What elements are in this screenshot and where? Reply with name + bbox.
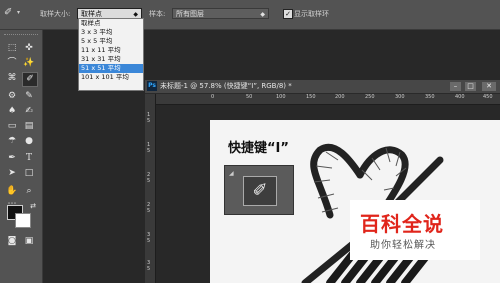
sample-size-value: 取样点	[81, 10, 102, 18]
ruler-tick-label: 300	[395, 94, 405, 100]
ruler-tick-label: 50	[246, 94, 253, 100]
minimize-button[interactable]: –	[450, 82, 461, 91]
swap-colors-icon[interactable]: ⇄	[26, 200, 40, 213]
ruler-tick-label: 150	[306, 94, 316, 100]
dropdown-option[interactable]: 3 x 3 平均	[79, 28, 143, 37]
ruler-tick-label: 350	[425, 94, 435, 100]
move-tool-icon[interactable]: ✜	[22, 42, 36, 55]
dropdown-option[interactable]: 101 x 101 平均	[79, 73, 143, 82]
gradient-tool-icon[interactable]: ▤	[22, 120, 36, 133]
quick-mask-icon[interactable]: ◙	[5, 235, 19, 248]
history-brush-tool-icon[interactable]: ✍	[22, 105, 36, 118]
close-button[interactable]: ✕	[482, 82, 496, 91]
sample-value: 所有图层	[176, 10, 204, 18]
ruler-tick-label: 250	[365, 94, 375, 100]
options-bar: ✐ ▾ 取样大小: 取样点 ◆ 样本: 所有图层 ◆ ✓ 显示取样环	[0, 0, 500, 30]
ruler-tick-label: 5	[147, 266, 151, 272]
document-title: 未标题-1 @ 57.8% (快捷键“I”, RGB/8) *	[160, 82, 292, 90]
dropdown-option-selected[interactable]: 51 x 51 平均	[79, 64, 143, 73]
ruler-tick-label: 5	[147, 148, 151, 154]
pen-tool-icon[interactable]: ✒	[5, 152, 19, 165]
watermark-subtitle: 助你轻松解决	[370, 240, 436, 251]
background-color-swatch[interactable]	[15, 213, 31, 228]
rectangle-tool-icon[interactable]: □	[22, 167, 36, 180]
chevron-down-icon: ◆	[260, 11, 265, 18]
watermark-logo: 百科全说 助你轻松解决	[350, 200, 480, 260]
tool-preset-arrow-icon[interactable]: ▾	[17, 9, 20, 16]
tools-panel: ⬚ ✜ ⌒ ✨ ⌘ ✐ ⚙ ✎ ♠ ✍ ▭ ▤ ☂ ● ✒ T ➤ □ ✋ ⌕ …	[0, 30, 43, 283]
eyedropper-tool-icon[interactable]: ✐	[4, 7, 16, 19]
eraser-tool-icon[interactable]: ▭	[5, 120, 19, 133]
show-ring-label: 显示取样环	[294, 10, 329, 18]
healing-brush-tool-icon[interactable]: ⚙	[5, 90, 19, 103]
ruler-tick-label: 5	[147, 238, 151, 244]
sample-size-label: 取样大小:	[40, 10, 71, 18]
ruler-tick-label: 5	[147, 118, 151, 124]
vertical-ruler: 1 5 1 5 2 5 2 5 3 5 3 5	[145, 94, 156, 283]
toolbar-grip	[4, 34, 38, 38]
crop-tool-icon[interactable]: ⌘	[5, 72, 19, 85]
ruler-tick-label: 400	[455, 94, 465, 100]
ruler-tick-label: 100	[276, 94, 286, 100]
zoom-tool-icon[interactable]: ⌕	[22, 185, 36, 198]
ruler-tick-label: 450	[483, 94, 493, 100]
sample-select[interactable]: 所有图层 ◆	[172, 8, 269, 19]
watermark-title: 百科全说	[360, 212, 444, 236]
show-ring-checkbox[interactable]: ✓	[283, 9, 293, 19]
document-tab[interactable]: Ps 未标题-1 @ 57.8% (快捷键“I”, RGB/8) * – □ ✕	[145, 80, 500, 94]
horizontal-ruler: 0 50 100 150 200 250 300 350 400 450	[155, 94, 500, 105]
sample-size-dropdown-list: 取样点 3 x 3 平均 5 x 5 平均 11 x 11 平均 31 x 31…	[78, 18, 144, 91]
clone-stamp-tool-icon[interactable]: ♠	[5, 105, 19, 118]
ruler-tick-label: 5	[147, 208, 151, 214]
blur-tool-icon[interactable]: ☂	[5, 135, 19, 148]
dodge-tool-icon[interactable]: ●	[22, 135, 36, 148]
marquee-tool-icon[interactable]: ⬚	[5, 42, 19, 55]
ruler-tick-label: 0	[211, 94, 215, 100]
screen-mode-icon[interactable]: ▣	[22, 235, 36, 248]
brush-tool-icon[interactable]: ✎	[22, 90, 36, 103]
sample-label: 样本:	[149, 10, 166, 18]
type-tool-icon[interactable]: T	[22, 152, 36, 165]
ruler-tick-label: 5	[147, 178, 151, 184]
eyedropper-tool-icon[interactable]: ✐	[22, 72, 38, 87]
path-selection-tool-icon[interactable]: ➤	[5, 167, 19, 180]
dropdown-option[interactable]: 5 x 5 平均	[79, 37, 143, 46]
dropdown-option[interactable]: 取样点	[79, 19, 143, 28]
dropdown-option[interactable]: 31 x 31 平均	[79, 55, 143, 64]
ps-icon: Ps	[147, 81, 157, 91]
magic-wand-tool-icon[interactable]: ✨	[22, 57, 36, 70]
lasso-tool-icon[interactable]: ⌒	[5, 57, 19, 70]
maximize-button[interactable]: □	[465, 82, 476, 91]
dropdown-option[interactable]: 11 x 11 平均	[79, 46, 143, 55]
ruler-tick-label: 200	[335, 94, 345, 100]
hand-tool-icon[interactable]: ✋	[5, 185, 19, 198]
